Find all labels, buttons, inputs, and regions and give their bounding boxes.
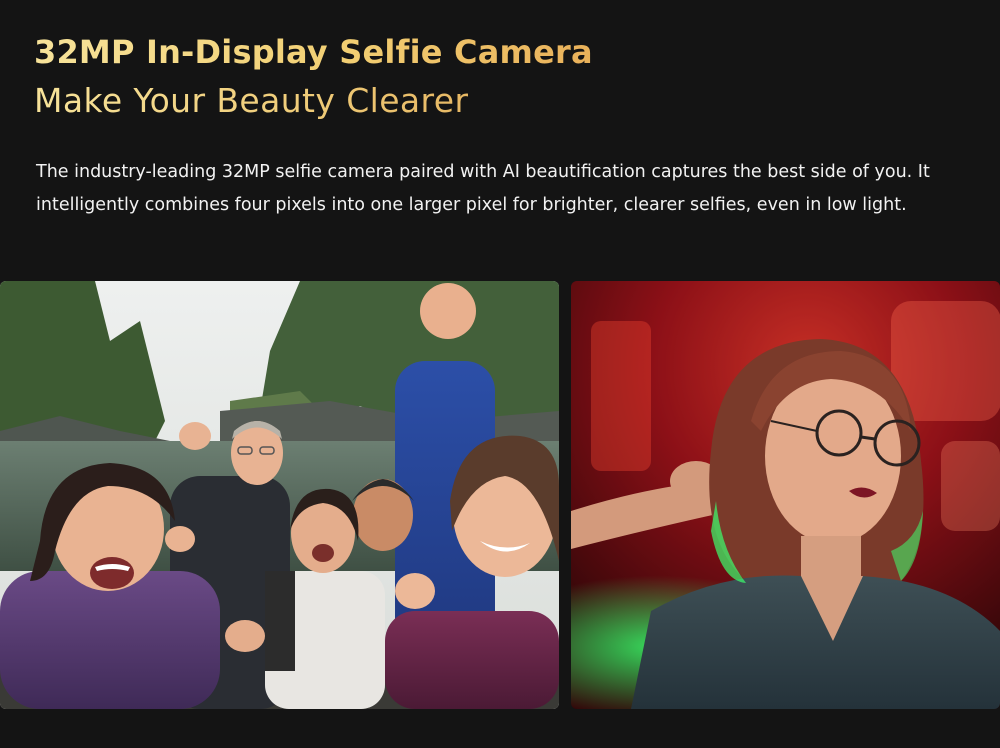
section-description: The industry-leading 32MP selfie camera … (36, 162, 930, 215)
neon-portrait-photo (571, 281, 1000, 709)
section-subtitle: Make Your Beauty Clearer (34, 78, 468, 124)
group-selfie-photo (0, 281, 559, 709)
feature-section: 32MP In-Display Selfie Camera Make Your … (0, 0, 1000, 748)
section-title: 32MP In-Display Selfie Camera (34, 30, 593, 74)
